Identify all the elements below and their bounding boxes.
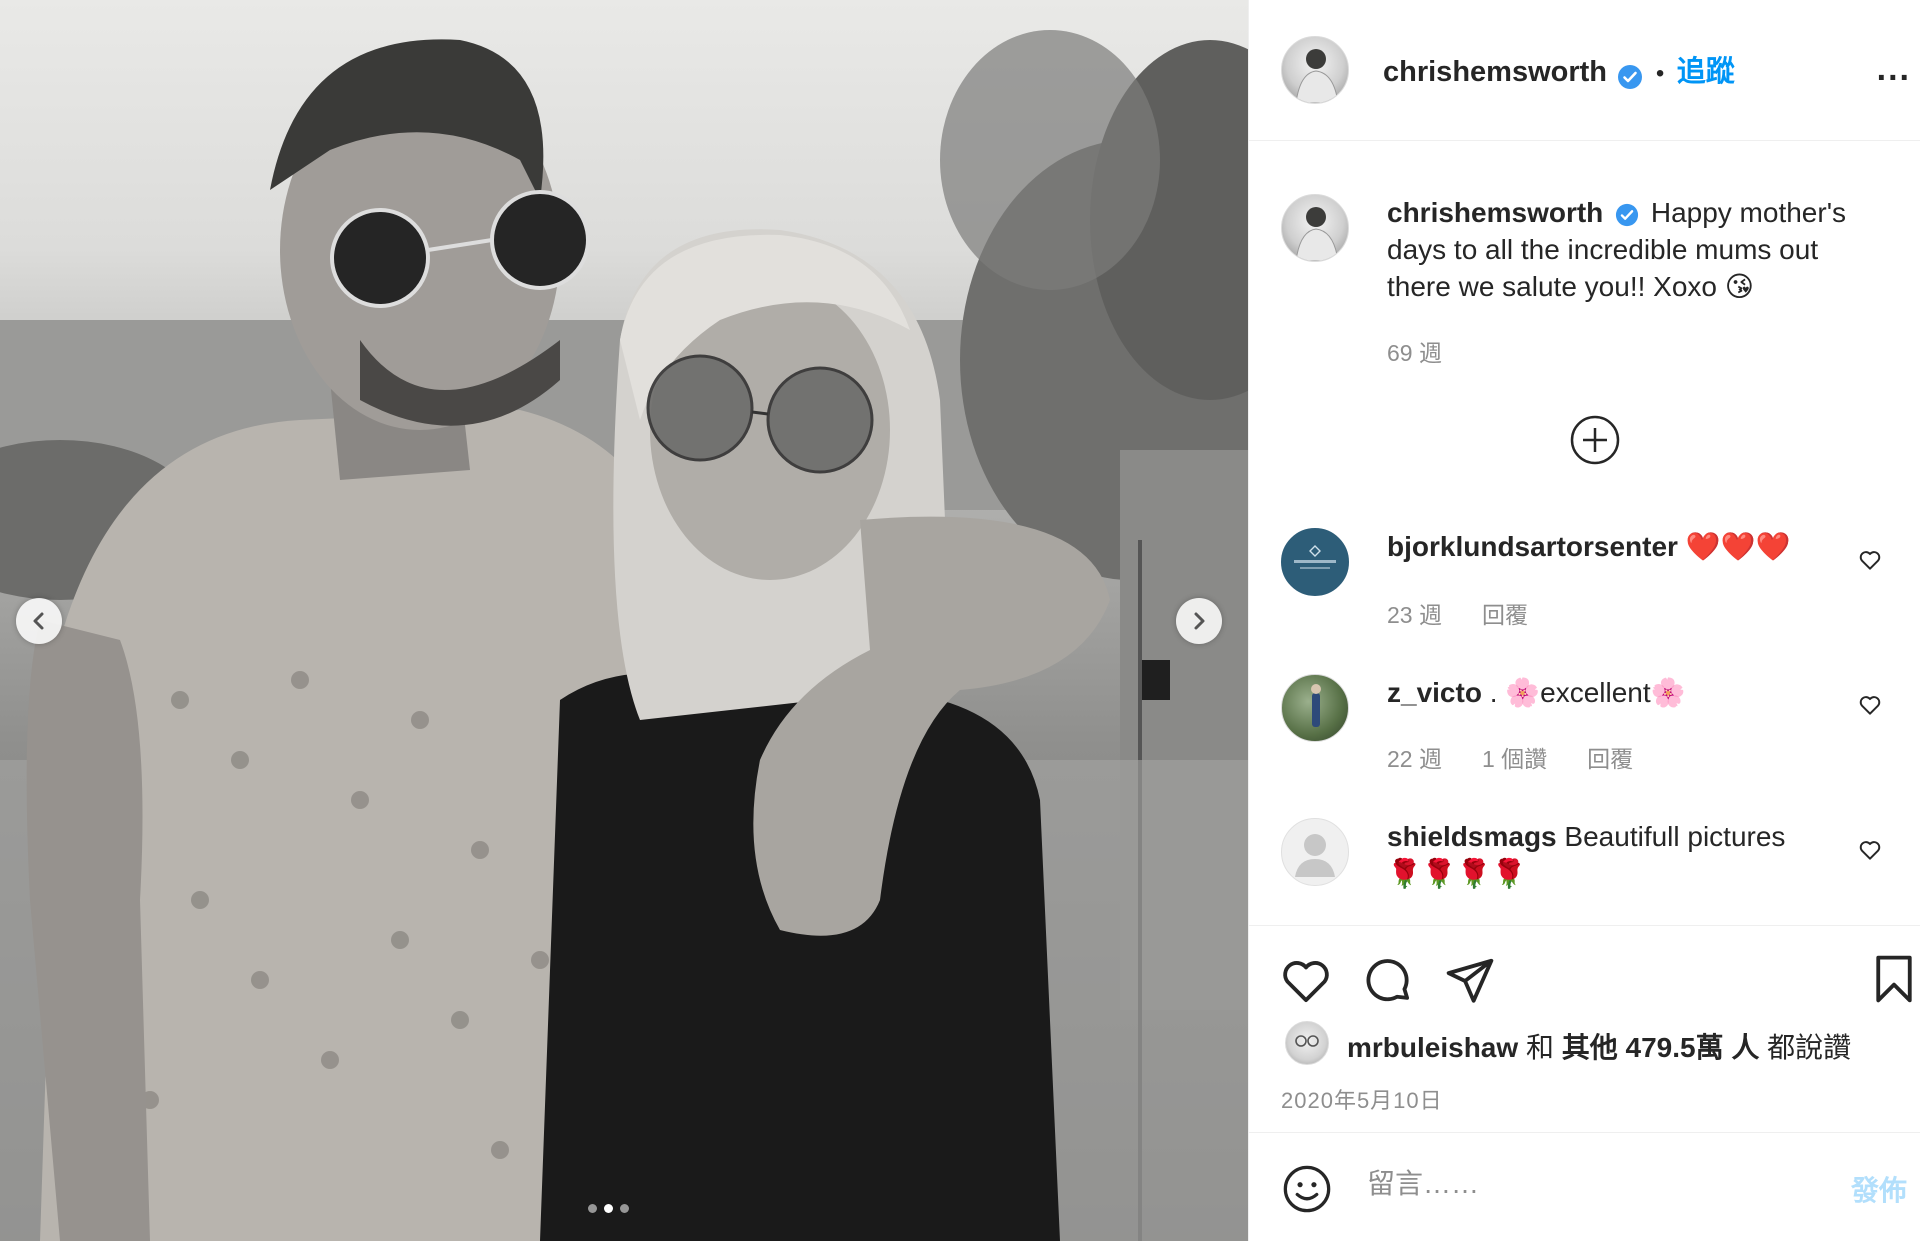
post-photo[interactable] xyxy=(0,0,1248,1241)
carousel-dot xyxy=(588,1204,597,1213)
comment-input[interactable] xyxy=(1365,1167,1769,1201)
comment-avatar[interactable] xyxy=(1281,528,1349,596)
chevron-right-icon xyxy=(1194,612,1205,630)
comment-username[interactable]: z_victo xyxy=(1387,677,1482,708)
brand-logo-icon xyxy=(1294,545,1336,569)
emoji-smiley-icon[interactable] xyxy=(1281,1163,1333,1215)
comment-username[interactable]: bjorklundsartorsenter xyxy=(1387,531,1678,562)
comment-meta: 22 週 1 個讚 回覆 xyxy=(1387,740,1673,774)
bookmark-icon[interactable] xyxy=(1867,952,1920,1006)
share-paper-plane-icon[interactable] xyxy=(1443,954,1497,1008)
comment: z_victo . 🌸excellent🌸 xyxy=(1387,674,1827,711)
action-bar xyxy=(1249,925,1920,1003)
follow-button[interactable]: 追蹤 xyxy=(1677,56,1735,88)
load-more-comments-button[interactable] xyxy=(1569,414,1621,466)
comment-like-heart-icon[interactable] xyxy=(1857,547,1883,573)
header-separator: • xyxy=(1655,60,1665,87)
likes-summary: mrbuleishaw 和 其他 479.5萬 人 都說讚 xyxy=(1347,1026,1851,1066)
comment-composer: 發佈 xyxy=(1249,1132,1920,1242)
comment-time[interactable]: 22 週 xyxy=(1387,746,1442,772)
caption-username[interactable]: chrishemsworth xyxy=(1387,197,1603,228)
comment-bubble-icon[interactable] xyxy=(1361,954,1415,1008)
avatar-photo xyxy=(1311,684,1321,727)
avatar-photo xyxy=(1295,207,1339,261)
post-header: chrishemsworth • 追蹤 ... xyxy=(1249,0,1920,141)
post-comment-button[interactable]: 發佈 xyxy=(1851,1169,1907,1209)
carousel-dot xyxy=(620,1204,629,1213)
carousel-dot-active xyxy=(604,1204,613,1213)
post-author-username[interactable]: chrishemsworth xyxy=(1383,56,1607,88)
comment: shieldsmags Beautifull pictures 🌹🌹🌹🌹 xyxy=(1387,818,1827,892)
likes-others-count[interactable]: 其他 479.5萬 人 xyxy=(1562,1032,1760,1063)
carousel-next-button[interactable] xyxy=(1176,598,1222,644)
comment: bjorklundsartorsenter ❤️❤️❤️ xyxy=(1387,528,1827,565)
comment-avatar[interactable] xyxy=(1281,818,1349,886)
comment-avatar[interactable] xyxy=(1281,674,1349,742)
default-avatar-icon xyxy=(1295,834,1335,877)
photo-illustration xyxy=(0,30,1248,1241)
caption-timestamp: 69 週 xyxy=(1387,334,1482,368)
verified-badge-icon xyxy=(1615,203,1639,226)
comment-like-heart-icon[interactable] xyxy=(1857,837,1883,863)
avatar-photo xyxy=(1295,1035,1319,1047)
post-date[interactable]: 2020年5月10日 xyxy=(1281,1083,1443,1115)
caption: chrishemsworth Happy mother's days to al… xyxy=(1387,194,1857,305)
caption-avatar[interactable] xyxy=(1281,194,1349,262)
verified-badge-icon xyxy=(1618,64,1643,89)
likes-suffix: 都說讚 xyxy=(1767,1032,1852,1063)
plus-circle-icon xyxy=(1570,415,1620,465)
comment-likes-count[interactable]: 1 個讚 xyxy=(1482,746,1547,772)
comment-like-heart-icon[interactable] xyxy=(1857,692,1883,718)
caption-time[interactable]: 69 週 xyxy=(1387,340,1442,366)
carousel-indicator xyxy=(588,1204,629,1213)
avatar-photo xyxy=(1295,49,1339,103)
comment-text: ❤️❤️❤️ xyxy=(1685,531,1791,562)
comment-reply-button[interactable]: 回覆 xyxy=(1587,746,1633,772)
post-side-panel: chrishemsworth • 追蹤 ... chrishemsworth H… xyxy=(1248,0,1920,1241)
liker-avatar[interactable] xyxy=(1285,1021,1329,1065)
liker-username[interactable]: mrbuleishaw xyxy=(1347,1032,1518,1063)
comment-reply-button[interactable]: 回覆 xyxy=(1482,602,1528,628)
comment-text: . 🌸excellent🌸 xyxy=(1489,677,1686,708)
more-options-button[interactable]: ... xyxy=(1877,50,1911,89)
comment-time[interactable]: 23 週 xyxy=(1387,602,1442,628)
carousel-prev-button[interactable] xyxy=(16,598,62,644)
likes-conjunction: 和 xyxy=(1525,1032,1554,1063)
chevron-left-icon xyxy=(33,612,44,630)
comment-meta: 23 週 回覆 xyxy=(1387,596,1568,630)
comment-username[interactable]: shieldsmags xyxy=(1387,821,1557,852)
like-heart-icon[interactable] xyxy=(1279,954,1333,1008)
avatar[interactable] xyxy=(1281,36,1349,104)
